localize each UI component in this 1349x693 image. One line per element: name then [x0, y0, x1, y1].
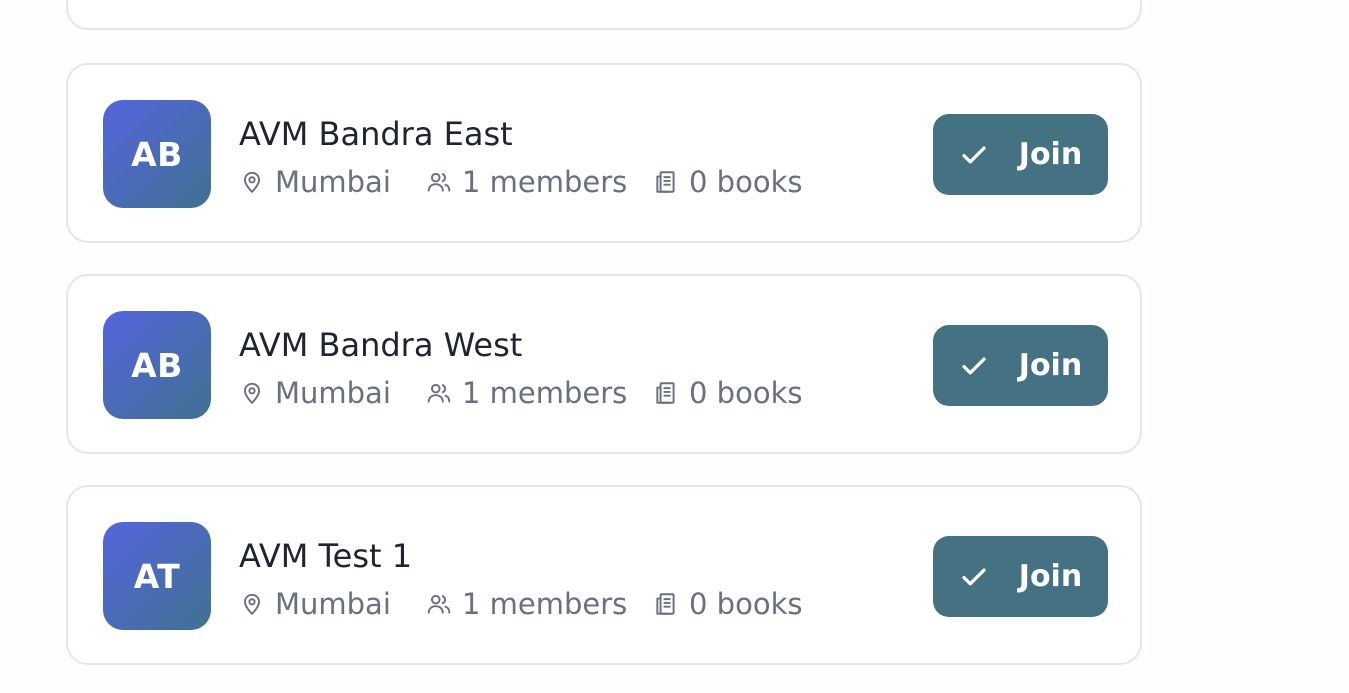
group-location: Mumbai — [239, 165, 426, 199]
map-pin-icon — [243, 382, 261, 404]
check-icon — [962, 568, 986, 585]
join-button[interactable]: Join — [933, 325, 1108, 406]
group-meta: Mumbai 1 members 0 books — [239, 587, 802, 621]
group-books: 0 books — [653, 587, 802, 621]
group-books-text: 0 books — [689, 165, 803, 199]
group-members: 1 members — [426, 165, 653, 199]
group-name: AVM Bandra East — [239, 115, 513, 153]
group-members-text: 1 members — [462, 376, 628, 410]
group-location: Mumbai — [239, 587, 426, 621]
users-icon — [427, 383, 451, 403]
group-location: Mumbai — [239, 376, 426, 410]
group-location-text: Mumbai — [275, 376, 391, 410]
group-avatar: AB — [103, 311, 211, 419]
map-pin-icon — [243, 171, 261, 193]
group-avatar: AT — [103, 522, 211, 630]
group-members: 1 members — [426, 587, 653, 621]
group-card-partial — [66, 0, 1142, 30]
join-button-label: Join — [1018, 348, 1083, 383]
group-name: AVM Bandra West — [239, 326, 523, 364]
group-meta: Mumbai 1 members 0 books — [239, 376, 802, 410]
group-members-text: 1 members — [462, 165, 628, 199]
map-pin-icon — [243, 593, 261, 615]
join-button[interactable]: Join — [933, 536, 1108, 617]
join-button[interactable]: Join — [933, 114, 1108, 195]
group-books-text: 0 books — [689, 376, 803, 410]
group-name: AVM Test 1 — [239, 537, 413, 575]
group-card: AB AVM Bandra East Mumbai 1 members 0 bo… — [66, 63, 1142, 243]
group-card: AT AVM Test 1 Mumbai 1 members 0 books J… — [66, 485, 1142, 665]
books-icon — [656, 593, 675, 615]
users-icon — [427, 594, 451, 614]
group-members: 1 members — [426, 376, 653, 410]
group-books-text: 0 books — [689, 587, 803, 621]
group-meta: Mumbai 1 members 0 books — [239, 165, 802, 199]
join-button-label: Join — [1018, 559, 1083, 594]
group-books: 0 books — [653, 376, 802, 410]
check-icon — [962, 357, 986, 374]
check-icon — [962, 146, 986, 163]
group-books: 0 books — [653, 165, 802, 199]
books-icon — [656, 382, 675, 404]
group-location-text: Mumbai — [275, 587, 391, 621]
group-card: AB AVM Bandra West Mumbai 1 members 0 bo… — [66, 274, 1142, 454]
group-location-text: Mumbai — [275, 165, 391, 199]
join-button-label: Join — [1018, 137, 1083, 172]
group-members-text: 1 members — [462, 587, 628, 621]
books-icon — [656, 171, 675, 193]
users-icon — [427, 172, 451, 192]
group-avatar: AB — [103, 100, 211, 208]
